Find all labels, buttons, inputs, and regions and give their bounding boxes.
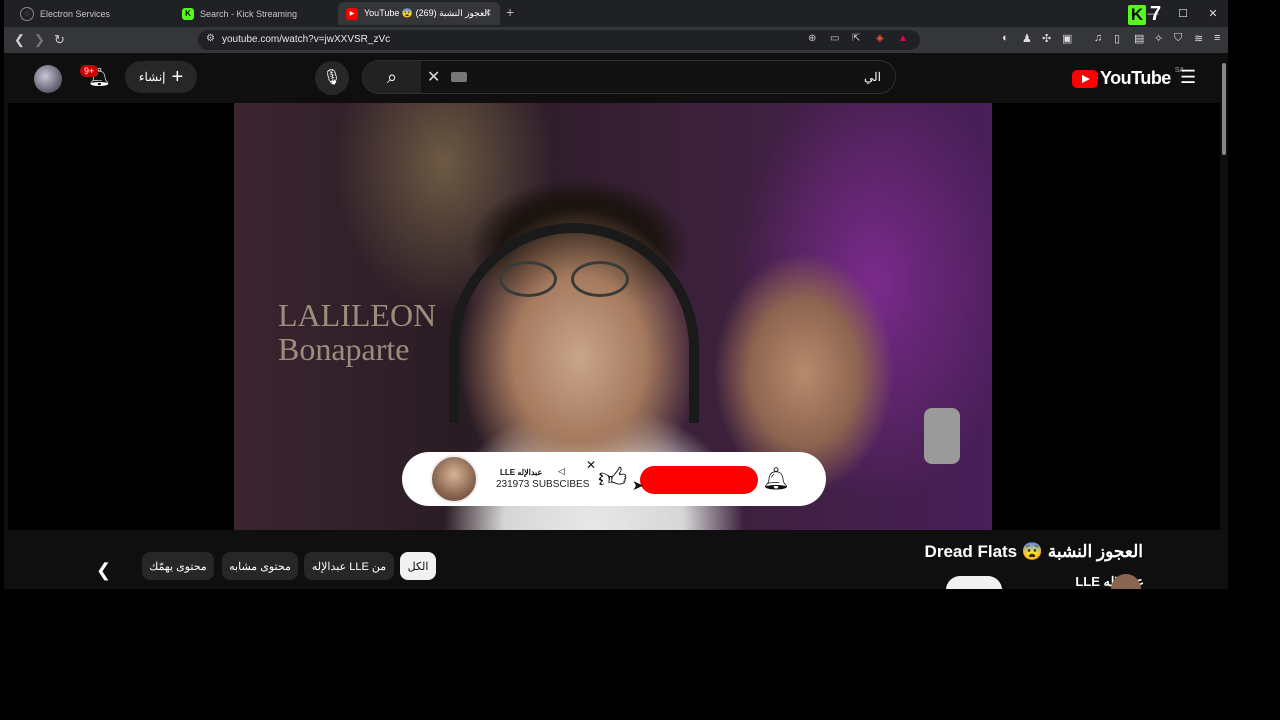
puzzle-icon[interactable]: ✣ (1042, 32, 1051, 45)
glasses (499, 261, 639, 301)
create-label: إنشاء (138, 70, 166, 84)
window-controls: — ☐ ✕ (1138, 0, 1228, 27)
page-scrollbar[interactable] (1220, 53, 1228, 589)
subscribe-overlay: LLE عبدالإله 231973 SUBSCIBES ◁ ✕ 👍︎ ➤ 🔔… (402, 452, 826, 506)
scrollbar-thumb[interactable] (1222, 63, 1226, 155)
youtube-icon: ▶ (346, 7, 358, 20)
cast-icon[interactable]: ▭ (830, 33, 839, 44)
chips-prev-icon[interactable]: ❮ (96, 560, 111, 581)
back-icon[interactable]: ❮ (14, 32, 25, 48)
tab-youtube[interactable]: ▶ YouTube 😨 العجوز النشبة (269) ✕ (338, 2, 500, 25)
url-text[interactable]: youtube.com/watch?v=jwXXVSR_zVc (222, 34, 390, 45)
subscribe-red-bar (640, 466, 758, 494)
globe-icon: ◌ (20, 6, 34, 21)
overlay-subscriber-count: 231973 SUBSCIBES (496, 479, 590, 490)
tab-bar: ◌ Electron Services K Search - Kick Stre… (4, 0, 1228, 27)
close-window-button[interactable]: ✕ (1198, 7, 1228, 20)
kick-icon: K (182, 7, 194, 20)
browser-window: ◌ Electron Services K Search - Kick Stre… (4, 0, 1228, 589)
thumbs-up-icon: 👍︎ (598, 462, 628, 493)
chip-related[interactable]: محتوى مشابه (222, 552, 298, 580)
painting-text-line1: LALILEON (278, 297, 437, 333)
guide-menu-icon[interactable]: ☰ (1180, 67, 1196, 88)
new-tab-button[interactable]: + (506, 4, 514, 20)
glasses-lens (571, 261, 629, 297)
vpn-icon[interactable]: ⛉ (1174, 32, 1182, 45)
zoom-icon[interactable]: ⊕ (808, 33, 816, 44)
overlay-channel-name: LLE عبدالإله (500, 468, 543, 477)
youtube-header: 🔔︎ 9+ إنشاء + 🎙︎ ⌕ ✕ الي YouTube SA ☰ (4, 53, 1220, 103)
brave-shield-icon[interactable]: ◈ (876, 33, 884, 44)
search-input[interactable]: الي (864, 70, 881, 84)
overlay-bell-icon: 🔔︎ (762, 466, 790, 491)
forward-icon[interactable]: ❯ (34, 32, 45, 48)
profile-extension-icon[interactable]: ♟ (1022, 32, 1032, 45)
overlay-close-icon: ✕ (586, 458, 597, 472)
clear-search-icon[interactable]: ✕ (427, 67, 440, 87)
share-arrow-icon: ◁ (558, 466, 565, 476)
music-icon[interactable]: ♫ (1094, 32, 1102, 44)
close-tab-icon[interactable]: ✕ (484, 8, 492, 19)
chip-recommended[interactable]: محتوى يهمّك (142, 552, 214, 580)
tab-label: YouTube 😨 العجوز النشبة (269) (364, 8, 490, 18)
below-player: ❮ محتوى يهمّك محتوى مشابه من LLE عبدالإل… (4, 530, 1220, 589)
account-avatar[interactable] (34, 65, 62, 93)
reload-icon[interactable]: ↻ (54, 32, 65, 48)
painting-text-line2: Bonaparte (278, 331, 410, 367)
wallet-icon[interactable]: ▤ (1134, 32, 1144, 45)
site-info-icon[interactable]: ⚙ (206, 33, 215, 44)
search-button[interactable]: ⌕ (363, 61, 421, 93)
youtube-play-icon (1072, 69, 1098, 88)
create-button[interactable]: إنشاء + (125, 61, 197, 93)
share-icon[interactable]: ⇱ (852, 33, 860, 44)
video-title: العجوز النشبة 😨 Dread Flats (924, 542, 1143, 561)
sidebar-icon[interactable]: ▯ (1114, 32, 1120, 45)
tab-label: Search - Kick Streaming (200, 8, 298, 19)
channel-avatar (430, 455, 478, 503)
minimize-button[interactable]: — (1138, 8, 1168, 20)
search-icon: ⌕ (386, 67, 398, 87)
cursor-icon: ➤ (632, 477, 644, 493)
glasses-lens (499, 261, 557, 297)
speedreader-icon[interactable]: ≋ (1194, 32, 1203, 45)
notification-badge: 9+ (80, 65, 99, 77)
media-icon[interactable]: ▣ (1062, 32, 1072, 45)
voice-search-mic-icon[interactable]: 🎙︎ (315, 61, 349, 95)
tab-label: Electron Services (40, 8, 111, 19)
browser-toolbar: ❮ ❯ ↻ ⚙ youtube.com/watch?v=jwXXVSR_zVc … (4, 27, 1228, 53)
extension-icon[interactable]: ◐ (1002, 32, 1009, 44)
maximize-button[interactable]: ☐ (1168, 7, 1198, 20)
chip-all[interactable]: الكل (400, 552, 436, 580)
tab-electron-services[interactable]: ◌ Electron Services (12, 2, 172, 25)
address-bar[interactable]: ⚙ youtube.com/watch?v=jwXXVSR_zVc ⊕ ▭ ⇱ … (198, 30, 920, 50)
headphones (449, 223, 699, 423)
leo-icon[interactable]: ✧ (1154, 32, 1163, 45)
brave-rewards-icon[interactable]: ▲ (898, 33, 908, 44)
keyboard-icon[interactable] (451, 72, 467, 82)
subscribe-button[interactable] (946, 576, 1002, 589)
youtube-logo-text: YouTube (1100, 68, 1171, 88)
tab-kick-search[interactable]: K Search - Kick Streaming (174, 2, 338, 25)
chip-from-channel[interactable]: من LLE عبدالإله (304, 552, 394, 580)
menu-icon[interactable]: ≡ (1214, 32, 1220, 44)
youtube-logo[interactable]: YouTube SA (1072, 67, 1184, 89)
plus-icon: + (171, 65, 184, 88)
painting-text: LALILEON Bonaparte (278, 298, 436, 366)
wristwatch (924, 408, 960, 464)
search-bar: ⌕ ✕ الي (362, 60, 896, 94)
